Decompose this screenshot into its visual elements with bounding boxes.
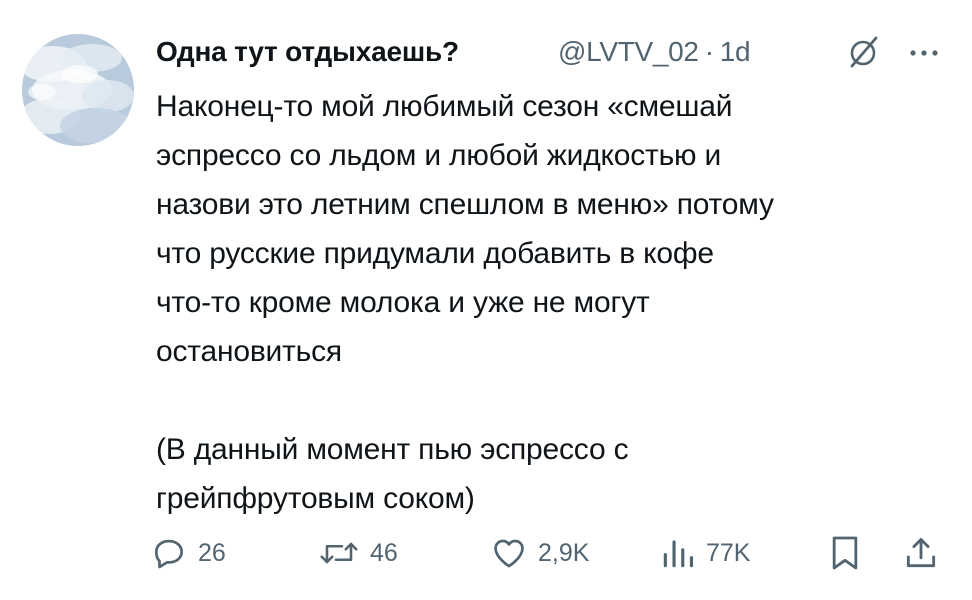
views-chart-icon xyxy=(663,540,694,568)
repost-button[interactable]: 46 xyxy=(318,525,398,581)
more-options-icon[interactable] xyxy=(904,32,944,72)
avatar[interactable] xyxy=(22,34,134,146)
display-name[interactable]: Одна тут отдыхаешь? xyxy=(156,36,459,68)
cloud-sky-avatar xyxy=(22,34,134,146)
reply-count: 26 xyxy=(198,538,226,567)
heart-icon xyxy=(494,539,524,568)
views-button[interactable]: 77K xyxy=(660,525,750,581)
handle-and-time: @LVTV_02 · 1d xyxy=(558,36,751,68)
share-button[interactable] xyxy=(902,525,940,581)
like-button[interactable]: 2,9K xyxy=(490,525,589,581)
timestamp[interactable]: 1d xyxy=(720,36,751,67)
bookmark-button[interactable] xyxy=(828,525,862,581)
reply-button[interactable]: 26 xyxy=(150,525,226,581)
tweet-header: Одна тут отдыхаешь? @LVTV_02 · 1d xyxy=(156,30,952,70)
tweet[interactable]: Одна тут отдыхаешь? @LVTV_02 · 1d Наконец-… xyxy=(0,0,972,600)
repost-icon xyxy=(320,542,358,564)
views-count: 77K xyxy=(706,538,751,567)
repost-count: 46 xyxy=(370,538,398,567)
tweet-text: Наконец-то мой любимый сезон «смешай эсп… xyxy=(156,90,774,515)
tweet-actions: 26 46 2,9K 77K xyxy=(150,525,960,581)
handle[interactable]: @LVTV_02 xyxy=(558,36,699,67)
like-count: 2,9K xyxy=(538,538,590,567)
grok-icon[interactable] xyxy=(844,32,884,72)
bookmark-icon xyxy=(832,536,858,570)
separator: · xyxy=(704,36,714,67)
reply-icon xyxy=(154,539,184,569)
share-icon xyxy=(906,538,936,568)
